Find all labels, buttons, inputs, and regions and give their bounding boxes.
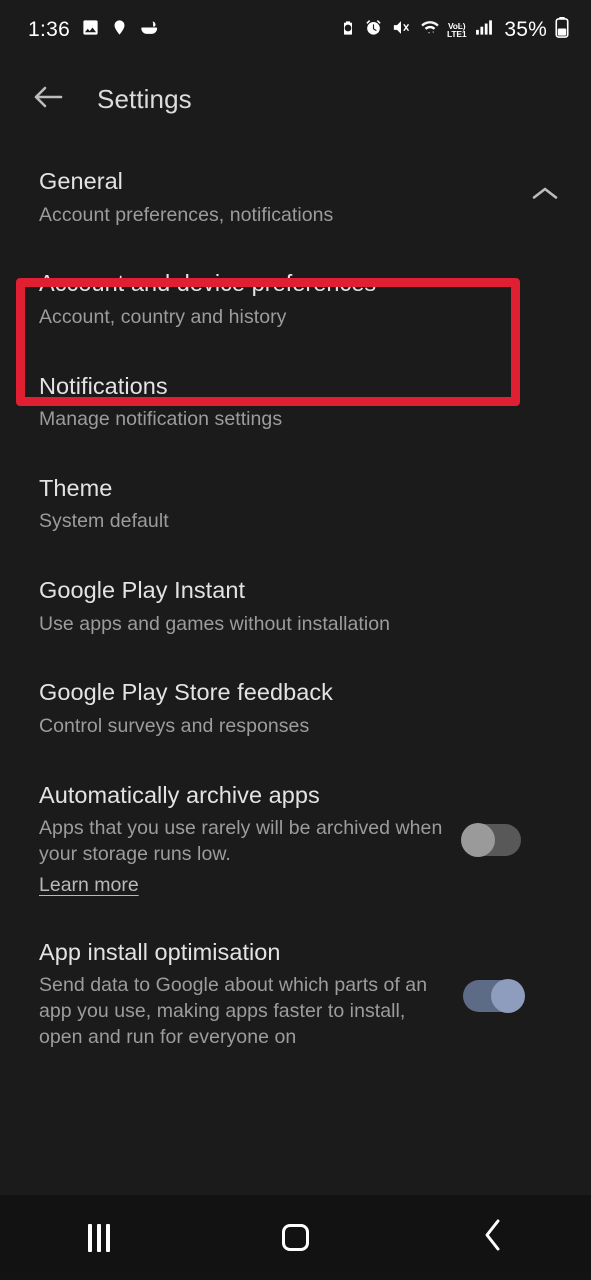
wifi-icon	[419, 18, 441, 42]
learn-more-link[interactable]: Learn more	[39, 874, 139, 897]
list-item-subtitle: Use apps and games without installation	[39, 612, 390, 635]
section-collapse-button[interactable]	[523, 174, 567, 218]
status-bar-left: 1:36	[28, 18, 161, 42]
list-item-app-install-optimisation[interactable]: App install optimisation Send data to Go…	[0, 937, 591, 1051]
chevron-left-icon	[483, 1218, 503, 1257]
chevron-up-icon	[531, 185, 559, 207]
home-button[interactable]	[248, 1208, 344, 1268]
list-item-title: App install optimisation	[39, 938, 281, 965]
section-title: General	[39, 168, 123, 194]
list-item-text: Automatically archive apps Apps that you…	[39, 780, 447, 897]
settings-list: General Account preferences, notificatio…	[0, 138, 591, 1050]
list-item-subtitle: Send data to Google about which parts of…	[39, 974, 428, 1048]
list-item-text: Theme System default	[39, 473, 567, 535]
food-bowl-icon	[139, 18, 161, 42]
list-item-text: App install optimisation Send data to Go…	[39, 937, 447, 1051]
status-bar: 1:36 VoĿ) LTE1 35%	[0, 0, 591, 60]
status-bar-right: VoĿ) LTE1 35%	[340, 17, 569, 43]
list-item-text: Notifications Manage notification settin…	[39, 371, 567, 433]
recent-apps-icon	[87, 1223, 110, 1252]
system-back-button[interactable]	[445, 1208, 541, 1268]
toggle-knob	[491, 978, 525, 1013]
battery-saver-icon	[340, 18, 356, 43]
page-title: Settings	[97, 83, 192, 114]
list-item-theme[interactable]: Theme System default	[0, 473, 591, 535]
list-item-subtitle: Account, country and history	[39, 305, 287, 328]
list-item-account-and-device-preferences[interactable]: Account and device preferences Account, …	[0, 268, 591, 330]
section-subtitle: Account preferences, notifications	[39, 203, 334, 226]
photo-icon	[81, 18, 100, 42]
list-item-automatically-archive-apps[interactable]: Automatically archive apps Apps that you…	[0, 780, 591, 897]
list-item-subtitle: Manage notification settings	[39, 408, 283, 431]
location-pin-icon	[111, 18, 128, 42]
list-item-title: Automatically archive apps	[39, 781, 320, 808]
list-item-subtitle: Control surveys and responses	[39, 714, 310, 737]
volte-indicator: VoĿ) LTE1	[447, 21, 467, 39]
list-item-title: Notifications	[39, 372, 168, 399]
battery-icon	[555, 17, 569, 43]
battery-percentage: 35%	[504, 18, 547, 41]
signal-bars-icon	[474, 18, 494, 42]
list-item-google-play-instant[interactable]: Google Play Instant Use apps and games w…	[0, 575, 591, 637]
section-header-general[interactable]: General Account preferences, notificatio…	[0, 166, 591, 228]
list-item-notifications[interactable]: Notifications Manage notification settin…	[0, 371, 591, 433]
alarm-icon	[364, 18, 383, 42]
status-clock: 1:36	[28, 18, 71, 41]
section-header-text: General Account preferences, notificatio…	[39, 166, 523, 228]
toggle-holder	[447, 820, 521, 858]
list-item-text: Account and device preferences Account, …	[39, 268, 567, 330]
list-item-text: Google Play Store feedback Control surve…	[39, 677, 567, 739]
toggle-knob	[461, 823, 495, 858]
list-item-subtitle: System default	[39, 510, 169, 533]
home-icon	[282, 1224, 309, 1251]
app-install-optimisation-toggle[interactable]	[463, 978, 525, 1013]
list-item-title: Theme	[39, 474, 113, 501]
arrow-left-icon	[32, 84, 64, 115]
list-item-title: Account and device preferences	[39, 270, 377, 297]
recents-button[interactable]	[51, 1208, 147, 1268]
mute-icon	[391, 18, 411, 42]
list-item-subtitle: Apps that you use rarely will be archive…	[39, 817, 443, 865]
app-bar: Settings	[0, 60, 591, 138]
list-item-google-play-store-feedback[interactable]: Google Play Store feedback Control surve…	[0, 677, 591, 739]
list-item-text: Google Play Instant Use apps and games w…	[39, 575, 567, 637]
archive-apps-toggle[interactable]	[461, 823, 521, 858]
list-item-title: Google Play Store feedback	[39, 679, 333, 706]
back-button[interactable]	[28, 79, 68, 119]
list-item-title: Google Play Instant	[39, 577, 246, 604]
system-navigation-bar	[0, 1195, 591, 1280]
toggle-holder	[447, 976, 525, 1013]
volte-bottom-label: LTE1	[447, 29, 467, 39]
